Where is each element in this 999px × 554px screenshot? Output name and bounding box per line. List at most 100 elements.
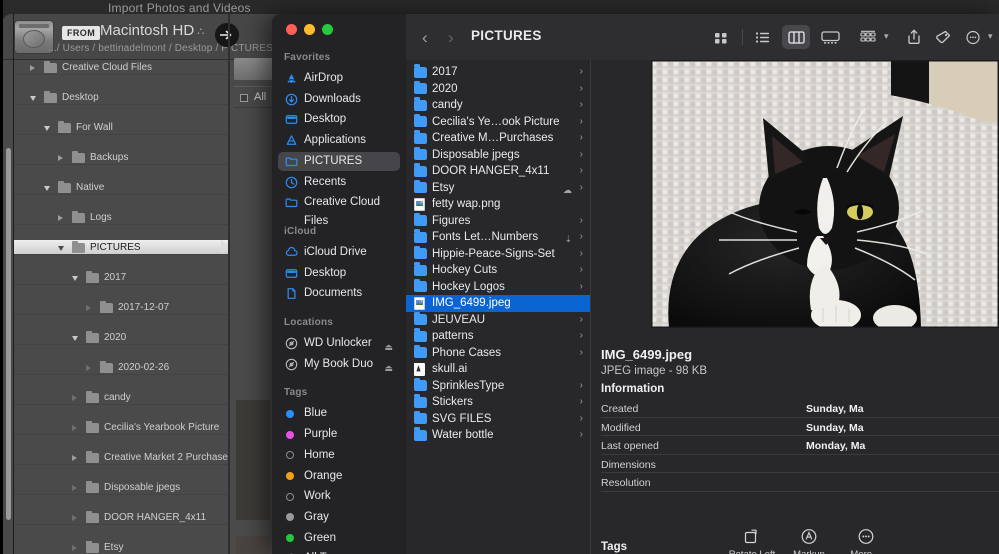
disclosure-chevron-icon[interactable]: › — [580, 163, 583, 180]
rotate-left-button[interactable]: Rotate Left — [721, 526, 783, 554]
back-button[interactable]: ‹ — [422, 28, 428, 48]
disclosure-chevron-icon[interactable]: › — [580, 229, 583, 246]
sidebar-item-recents[interactable]: Recents — [278, 173, 400, 192]
disclosure-chevron-icon[interactable]: › — [580, 312, 583, 329]
disclosure-chevron-icon[interactable]: › — [580, 279, 583, 296]
sidebar-item-airdrop[interactable]: AirDrop — [278, 69, 400, 88]
tree-row[interactable]: 2017 — [14, 270, 228, 285]
disclosure-closed-icon[interactable] — [86, 365, 91, 371]
file-list-item[interactable]: 2020 › — [406, 80, 590, 98]
sidebar-item-downloads[interactable]: Downloads — [278, 90, 400, 109]
file-list-item[interactable]: 2017 › — [406, 64, 590, 81]
disclosure-open-icon[interactable] — [44, 126, 50, 131]
tree-row[interactable]: Backups — [14, 150, 228, 165]
group-by-chevron-icon[interactable]: ▾ — [884, 31, 889, 42]
share-button[interactable] — [901, 25, 927, 49]
disclosure-chevron-icon[interactable]: › — [580, 114, 583, 131]
more-button[interactable]: More… — [835, 526, 897, 554]
disclosure-open-icon[interactable] — [44, 186, 50, 191]
disclosure-chevron-icon[interactable]: › — [580, 246, 583, 263]
file-list-item[interactable]: candy › — [406, 97, 590, 114]
sidebar-item-pictures[interactable]: PICTURES — [278, 151, 400, 171]
forward-button[interactable]: › — [448, 28, 454, 48]
file-list-item[interactable]: patterns › — [406, 328, 590, 345]
disclosure-chevron-icon[interactable]: › — [580, 64, 583, 81]
file-list-item[interactable]: Figures › — [406, 212, 590, 230]
disclosure-closed-icon[interactable] — [72, 515, 77, 521]
sidebar-item-desktop[interactable]: Desktop — [278, 110, 400, 129]
disclosure-chevron-icon[interactable]: › — [580, 147, 583, 164]
tree-row[interactable]: Cecilia's Yearbook Picture — [14, 420, 228, 435]
sidebar-item-green[interactable]: Green — [278, 529, 400, 548]
file-list-item[interactable]: SprinklesType › — [406, 377, 590, 395]
file-list-item[interactable]: fetty wap.png — [406, 196, 590, 213]
file-list-item[interactable]: Creative M…Purchases › — [406, 130, 590, 147]
sidebar-item-gray[interactable]: Gray — [278, 508, 400, 527]
sidebar-item-desktop[interactable]: Desktop — [278, 264, 400, 283]
disclosure-chevron-icon[interactable]: › — [580, 378, 583, 395]
sidebar-item-my-book-duo[interactable]: My Book Duo ⏏ — [278, 355, 400, 374]
finder-sidebar[interactable]: Favorites AirDrop Downloads Desktop Applicat… — [272, 14, 406, 554]
disclosure-chevron-icon[interactable]: › — [580, 328, 583, 345]
file-list-item[interactable]: Hockey Cuts › — [406, 262, 590, 279]
tree-row[interactable]: Logs — [14, 210, 228, 225]
disclosure-chevron-icon[interactable]: › — [580, 262, 583, 279]
disclosure-chevron-icon[interactable]: › — [580, 97, 583, 114]
lightroom-vertical-scrollbar[interactable] — [6, 148, 11, 520]
group-by-button[interactable] — [856, 25, 882, 49]
eject-icon[interactable]: ⏏ — [384, 359, 393, 378]
maximize-button[interactable] — [322, 24, 333, 35]
gallery-view-button[interactable] — [816, 25, 844, 49]
sidebar-item-purple[interactable]: Purple — [278, 425, 400, 444]
column-view-button[interactable] — [782, 25, 810, 49]
tree-row[interactable]: For Wall — [14, 120, 228, 135]
disclosure-chevron-icon[interactable]: › — [580, 427, 583, 444]
sidebar-item-applications[interactable]: Applications — [278, 131, 400, 150]
disclosure-chevron-icon[interactable]: › — [580, 130, 583, 147]
tree-row[interactable]: Disposable jpegs — [14, 480, 228, 495]
disclosure-chevron-icon[interactable]: › — [580, 394, 583, 411]
icon-view-button[interactable] — [708, 25, 734, 49]
window-controls[interactable] — [286, 24, 340, 42]
source-folder-tree[interactable]: Creative Cloud Files Desktop For Wall Backu… — [14, 60, 228, 554]
tree-row[interactable]: Creative Cloud Files — [14, 60, 228, 75]
source-volume-menu[interactable]: Macintosh HD ∴ — [100, 22, 204, 39]
disclosure-closed-icon[interactable] — [72, 485, 77, 491]
sidebar-item-wd-unlocker[interactable]: WD Unlocker ⏏ — [278, 334, 400, 353]
sidebar-item-all-tags[interactable]: All Tags... — [278, 549, 400, 554]
tree-row[interactable]: Desktop — [14, 90, 228, 105]
disclosure-open-icon[interactable] — [72, 276, 78, 281]
tree-row[interactable]: Etsy — [14, 540, 228, 554]
tree-row[interactable]: 2020 — [14, 330, 228, 345]
sidebar-item-orange[interactable]: Orange — [278, 467, 400, 486]
disclosure-chevron-icon[interactable]: › — [580, 213, 583, 230]
disclosure-chevron-icon[interactable]: › — [580, 411, 583, 428]
tree-row[interactable]: Creative Market 2 Purchases — [14, 450, 228, 465]
tree-row[interactable]: DOOR HANGER_4x11 — [14, 510, 228, 525]
more-actions-chevron-icon[interactable]: ▾ — [988, 31, 993, 42]
disclosure-closed-icon[interactable] — [72, 455, 77, 461]
file-list-item[interactable]: Water bottle › — [406, 427, 590, 444]
markup-button[interactable]: Markup — [778, 526, 840, 554]
all-checkbox[interactable] — [240, 94, 248, 102]
tree-row[interactable]: 2020-02-26 — [14, 360, 228, 375]
tree-row[interactable]: candy — [14, 390, 228, 405]
file-list-item[interactable]: Cecilia's Ye…ook Picture › — [406, 113, 590, 131]
disclosure-closed-icon[interactable] — [72, 545, 77, 551]
disclosure-open-icon[interactable] — [58, 246, 64, 251]
disclosure-closed-icon[interactable] — [58, 215, 63, 221]
close-button[interactable] — [286, 24, 297, 35]
tree-row[interactable]: PICTURES — [14, 240, 228, 255]
sidebar-item-work[interactable]: Work — [278, 487, 400, 506]
tree-row[interactable]: Native — [14, 180, 228, 195]
import-arrow-button[interactable] — [215, 23, 239, 47]
file-list-item[interactable]: DOOR HANGER_4x11 › — [406, 163, 590, 180]
file-list-item[interactable]: Phone Cases › — [406, 344, 590, 362]
disclosure-chevron-icon[interactable]: › — [580, 81, 583, 98]
disclosure-chevron-icon[interactable]: › — [580, 180, 583, 197]
sidebar-item-documents[interactable]: Documents — [278, 284, 400, 303]
file-list-item[interactable]: Hippie-Peace-Signs-Set › — [406, 245, 590, 263]
file-list-item[interactable]: skull.ai — [406, 361, 590, 378]
disclosure-closed-icon[interactable] — [72, 395, 77, 401]
file-list-item[interactable]: IMG_6499.jpeg — [406, 295, 590, 312]
